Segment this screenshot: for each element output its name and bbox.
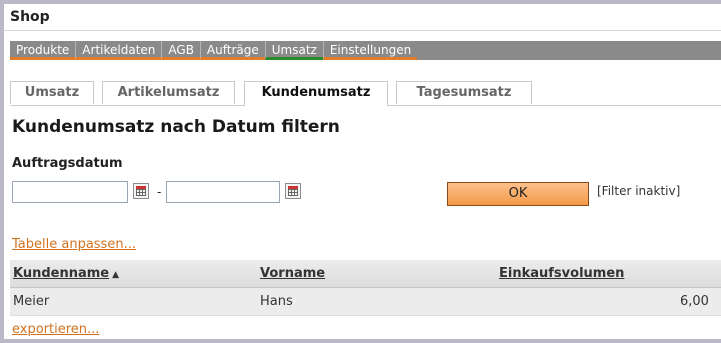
nav-item-auftraege[interactable]: Aufträge xyxy=(199,41,265,60)
date-from-input[interactable] xyxy=(12,181,128,203)
table-row[interactable]: Meier Hans 6,00 xyxy=(10,288,721,316)
column-header-einkaufsvolumen[interactable]: Einkaufsvolumen xyxy=(499,266,624,281)
app-title: Shop xyxy=(4,4,721,31)
date-field-label: Auftragsdatum xyxy=(12,156,123,171)
calendar-icon[interactable] xyxy=(285,183,301,199)
tab-umsatz[interactable]: Umsatz xyxy=(10,81,94,104)
export-link[interactable]: exportieren... xyxy=(12,322,99,337)
nav-item-produkte[interactable]: Produkte xyxy=(10,41,76,60)
page-title: Kundenumsatz nach Datum filtern xyxy=(12,117,340,137)
sort-asc-icon: ▲ xyxy=(112,270,120,280)
tab-tagesumsatz[interactable]: Tagesumsatz xyxy=(396,81,532,104)
date-separator: - xyxy=(157,185,162,199)
tab-artikelumsatz[interactable]: Artikelumsatz xyxy=(102,81,235,104)
date-to-input[interactable] xyxy=(166,181,280,203)
ok-button[interactable]: OK xyxy=(447,182,589,206)
calendar-icon[interactable] xyxy=(133,183,149,199)
subtab-bar: Umsatz Artikelumsatz Kundenumsatz Tagesu… xyxy=(10,71,721,106)
shop-window: Shop Produkte Artikeldaten AGB Aufträge … xyxy=(4,4,721,339)
nav-item-artikeldaten[interactable]: Artikeldaten xyxy=(75,41,162,60)
cell-einkaufsvolumen: 6,00 xyxy=(680,294,709,309)
nav-item-umsatz[interactable]: Umsatz xyxy=(264,41,323,60)
column-header-kundenname[interactable]: Kundenname ▲ xyxy=(13,266,119,281)
main-nav: Produkte Artikeldaten AGB Aufträge Umsat… xyxy=(10,41,721,60)
cell-vorname: Hans xyxy=(260,294,293,309)
column-header-vorname[interactable]: Vorname xyxy=(260,266,325,281)
customize-table-link[interactable]: Tabelle anpassen... xyxy=(12,237,136,252)
filter-status: [Filter inaktiv] xyxy=(597,184,681,198)
column-header-label: Kundenname xyxy=(13,266,110,281)
nav-item-einstellungen[interactable]: Einstellungen xyxy=(322,41,418,60)
tab-kundenumsatz[interactable]: Kundenumsatz xyxy=(244,81,388,106)
customer-table: Kundenname ▲ Vorname Einkaufsvolumen Meie… xyxy=(10,260,721,316)
table-header: Kundenname ▲ Vorname Einkaufsvolumen xyxy=(10,260,721,288)
cell-kundenname: Meier xyxy=(13,294,50,309)
nav-item-agb[interactable]: AGB xyxy=(161,41,200,60)
